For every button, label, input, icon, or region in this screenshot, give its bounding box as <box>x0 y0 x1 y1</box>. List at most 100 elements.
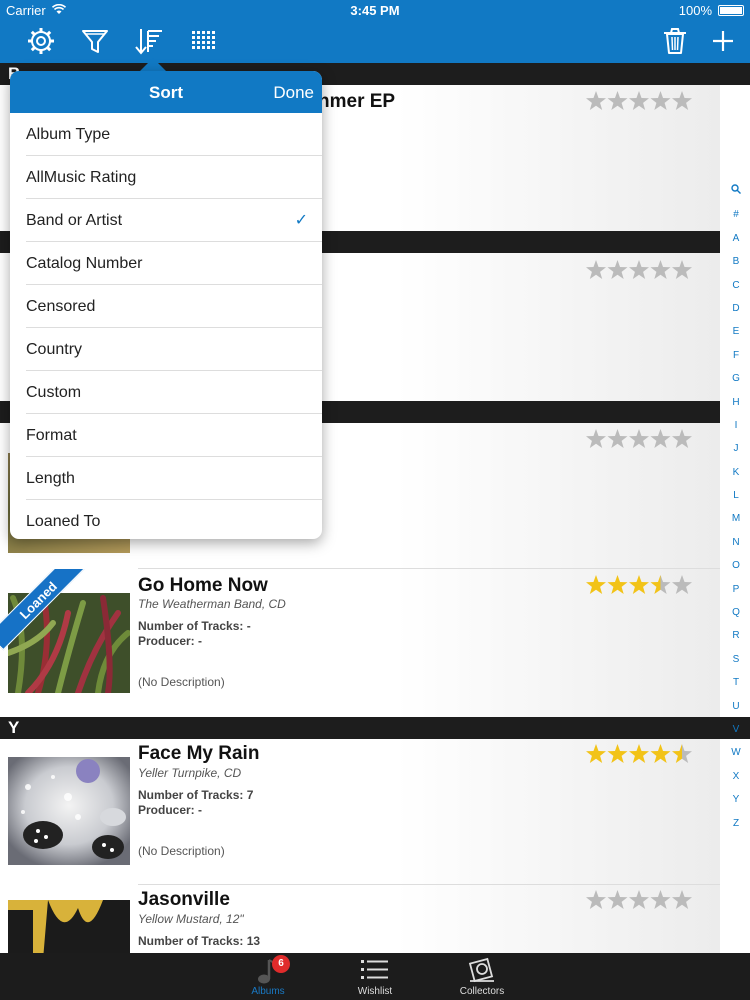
star-icon[interactable] <box>607 575 628 594</box>
filter-icon[interactable] <box>80 26 110 56</box>
index-letter[interactable]: L <box>726 484 746 507</box>
index-letter[interactable]: F <box>726 344 746 367</box>
album-tracks: Number of Tracks: 7 <box>138 788 254 802</box>
star-icon[interactable] <box>672 429 692 448</box>
star-icon[interactable] <box>586 260 606 279</box>
star-icon[interactable] <box>586 744 606 763</box>
sort-option[interactable]: Album Type <box>10 113 322 156</box>
index-letter[interactable]: X <box>726 765 746 788</box>
sort-option[interactable]: Band or Artist ✓ <box>10 199 322 242</box>
album-description: (No Description) <box>138 844 225 858</box>
index-letter[interactable]: I <box>726 414 746 437</box>
index-letter[interactable]: G <box>726 367 746 390</box>
star-icon[interactable] <box>672 91 692 110</box>
index-letter[interactable]: J <box>726 437 746 460</box>
index-letter[interactable]: Q <box>726 601 746 624</box>
star-icon[interactable] <box>629 744 649 763</box>
rating-stars[interactable] <box>585 259 695 281</box>
album-description: (No Description) <box>138 675 225 689</box>
index-letter[interactable]: Z <box>726 812 746 835</box>
album-row[interactable]: Face My Rain Yeller Turnpike, CD Number … <box>0 739 720 885</box>
rating-stars[interactable] <box>585 889 695 911</box>
sort-icon[interactable] <box>134 26 164 56</box>
star-icon[interactable] <box>586 575 606 594</box>
sort-option-label: Country <box>26 341 83 358</box>
sort-option[interactable]: Format <box>10 414 322 457</box>
index-letter[interactable]: W <box>726 741 746 764</box>
sort-option[interactable]: Censored <box>10 285 322 328</box>
star-icon[interactable] <box>629 429 649 448</box>
index-letter[interactable]: E <box>726 320 746 343</box>
sort-option-label: Length <box>26 470 75 487</box>
sort-option-label: Album Type <box>26 126 111 143</box>
album-row[interactable]: Loaned Go Home Now The Weatherman Band, … <box>0 569 720 717</box>
index-letter[interactable]: C <box>726 274 746 297</box>
index-letter[interactable]: P <box>726 578 746 601</box>
album-cover-image <box>8 757 130 865</box>
grid-view-icon[interactable] <box>188 26 218 56</box>
index-letter[interactable]: R <box>726 624 746 647</box>
done-button[interactable]: Done <box>273 83 314 103</box>
sort-option[interactable]: Custom <box>10 371 322 414</box>
tab-collectors[interactable]: Collectors <box>442 953 522 1000</box>
star-icon[interactable] <box>607 429 628 448</box>
sort-option[interactable]: Loaned To <box>10 500 322 539</box>
index-letter[interactable]: U <box>726 695 746 718</box>
star-icon[interactable] <box>672 890 692 909</box>
star-icon[interactable] <box>607 744 628 763</box>
star-icon[interactable] <box>650 91 671 110</box>
tab-albums[interactable]: Albums <box>228 953 308 1000</box>
star-icon[interactable] <box>629 260 649 279</box>
album-row[interactable]: Jasonville Yellow Mustard, 12" Number of… <box>0 885 720 953</box>
sort-option[interactable]: Length <box>10 457 322 500</box>
star-icon[interactable] <box>650 890 671 909</box>
star-icon[interactable] <box>672 575 692 594</box>
star-icon[interactable] <box>607 91 628 110</box>
star-icon[interactable] <box>650 260 671 279</box>
trash-icon[interactable] <box>660 26 690 56</box>
star-icon[interactable] <box>607 260 628 279</box>
index-search-icon[interactable] <box>726 180 746 203</box>
plus-icon[interactable] <box>708 26 738 56</box>
index-letter[interactable]: A <box>726 227 746 250</box>
gear-icon[interactable] <box>26 26 56 56</box>
sort-option-label: Loaned To <box>26 513 101 530</box>
clock: 3:45 PM <box>350 3 400 18</box>
index-letter[interactable]: T <box>726 671 746 694</box>
sort-option-label: Band or Artist <box>26 212 123 229</box>
sort-option[interactable]: Catalog Number <box>10 242 322 285</box>
index-letter[interactable]: H <box>726 391 746 414</box>
index-letter[interactable]: Y <box>726 788 746 811</box>
sort-option[interactable]: AllMusic Rating <box>10 156 322 199</box>
star-icon[interactable] <box>650 575 671 594</box>
star-icon[interactable] <box>672 260 692 279</box>
star-icon[interactable] <box>607 890 628 909</box>
star-icon[interactable] <box>586 91 606 110</box>
index-letter[interactable]: O <box>726 554 746 577</box>
star-icon[interactable] <box>629 575 649 594</box>
star-icon[interactable] <box>586 429 606 448</box>
sort-option[interactable]: Country <box>10 328 322 371</box>
rating-stars[interactable] <box>585 90 695 112</box>
rating-stars[interactable] <box>585 743 695 765</box>
index-letter[interactable]: # <box>726 203 746 226</box>
star-icon[interactable] <box>586 890 606 909</box>
battery-icon <box>718 5 744 16</box>
tab-wishlist[interactable]: Wishlist <box>335 953 415 1000</box>
index-letter[interactable]: B <box>726 250 746 273</box>
index-letter[interactable]: V <box>726 718 746 741</box>
section-header: Y <box>0 717 750 739</box>
star-icon[interactable] <box>650 744 671 763</box>
star-icon[interactable] <box>629 890 649 909</box>
index-letter[interactable]: N <box>726 531 746 554</box>
index-letter[interactable]: K <box>726 461 746 484</box>
star-icon[interactable] <box>672 744 692 763</box>
index-letter[interactable]: S <box>726 648 746 671</box>
section-index[interactable]: # A B C D E F G H I J K L M N O P Q R S T U V W X Y Z <box>726 180 746 835</box>
rating-stars[interactable] <box>585 428 695 450</box>
star-icon[interactable] <box>650 429 671 448</box>
star-icon[interactable] <box>629 91 649 110</box>
index-letter[interactable]: D <box>726 297 746 320</box>
rating-stars[interactable] <box>585 574 695 596</box>
index-letter[interactable]: M <box>726 507 746 530</box>
